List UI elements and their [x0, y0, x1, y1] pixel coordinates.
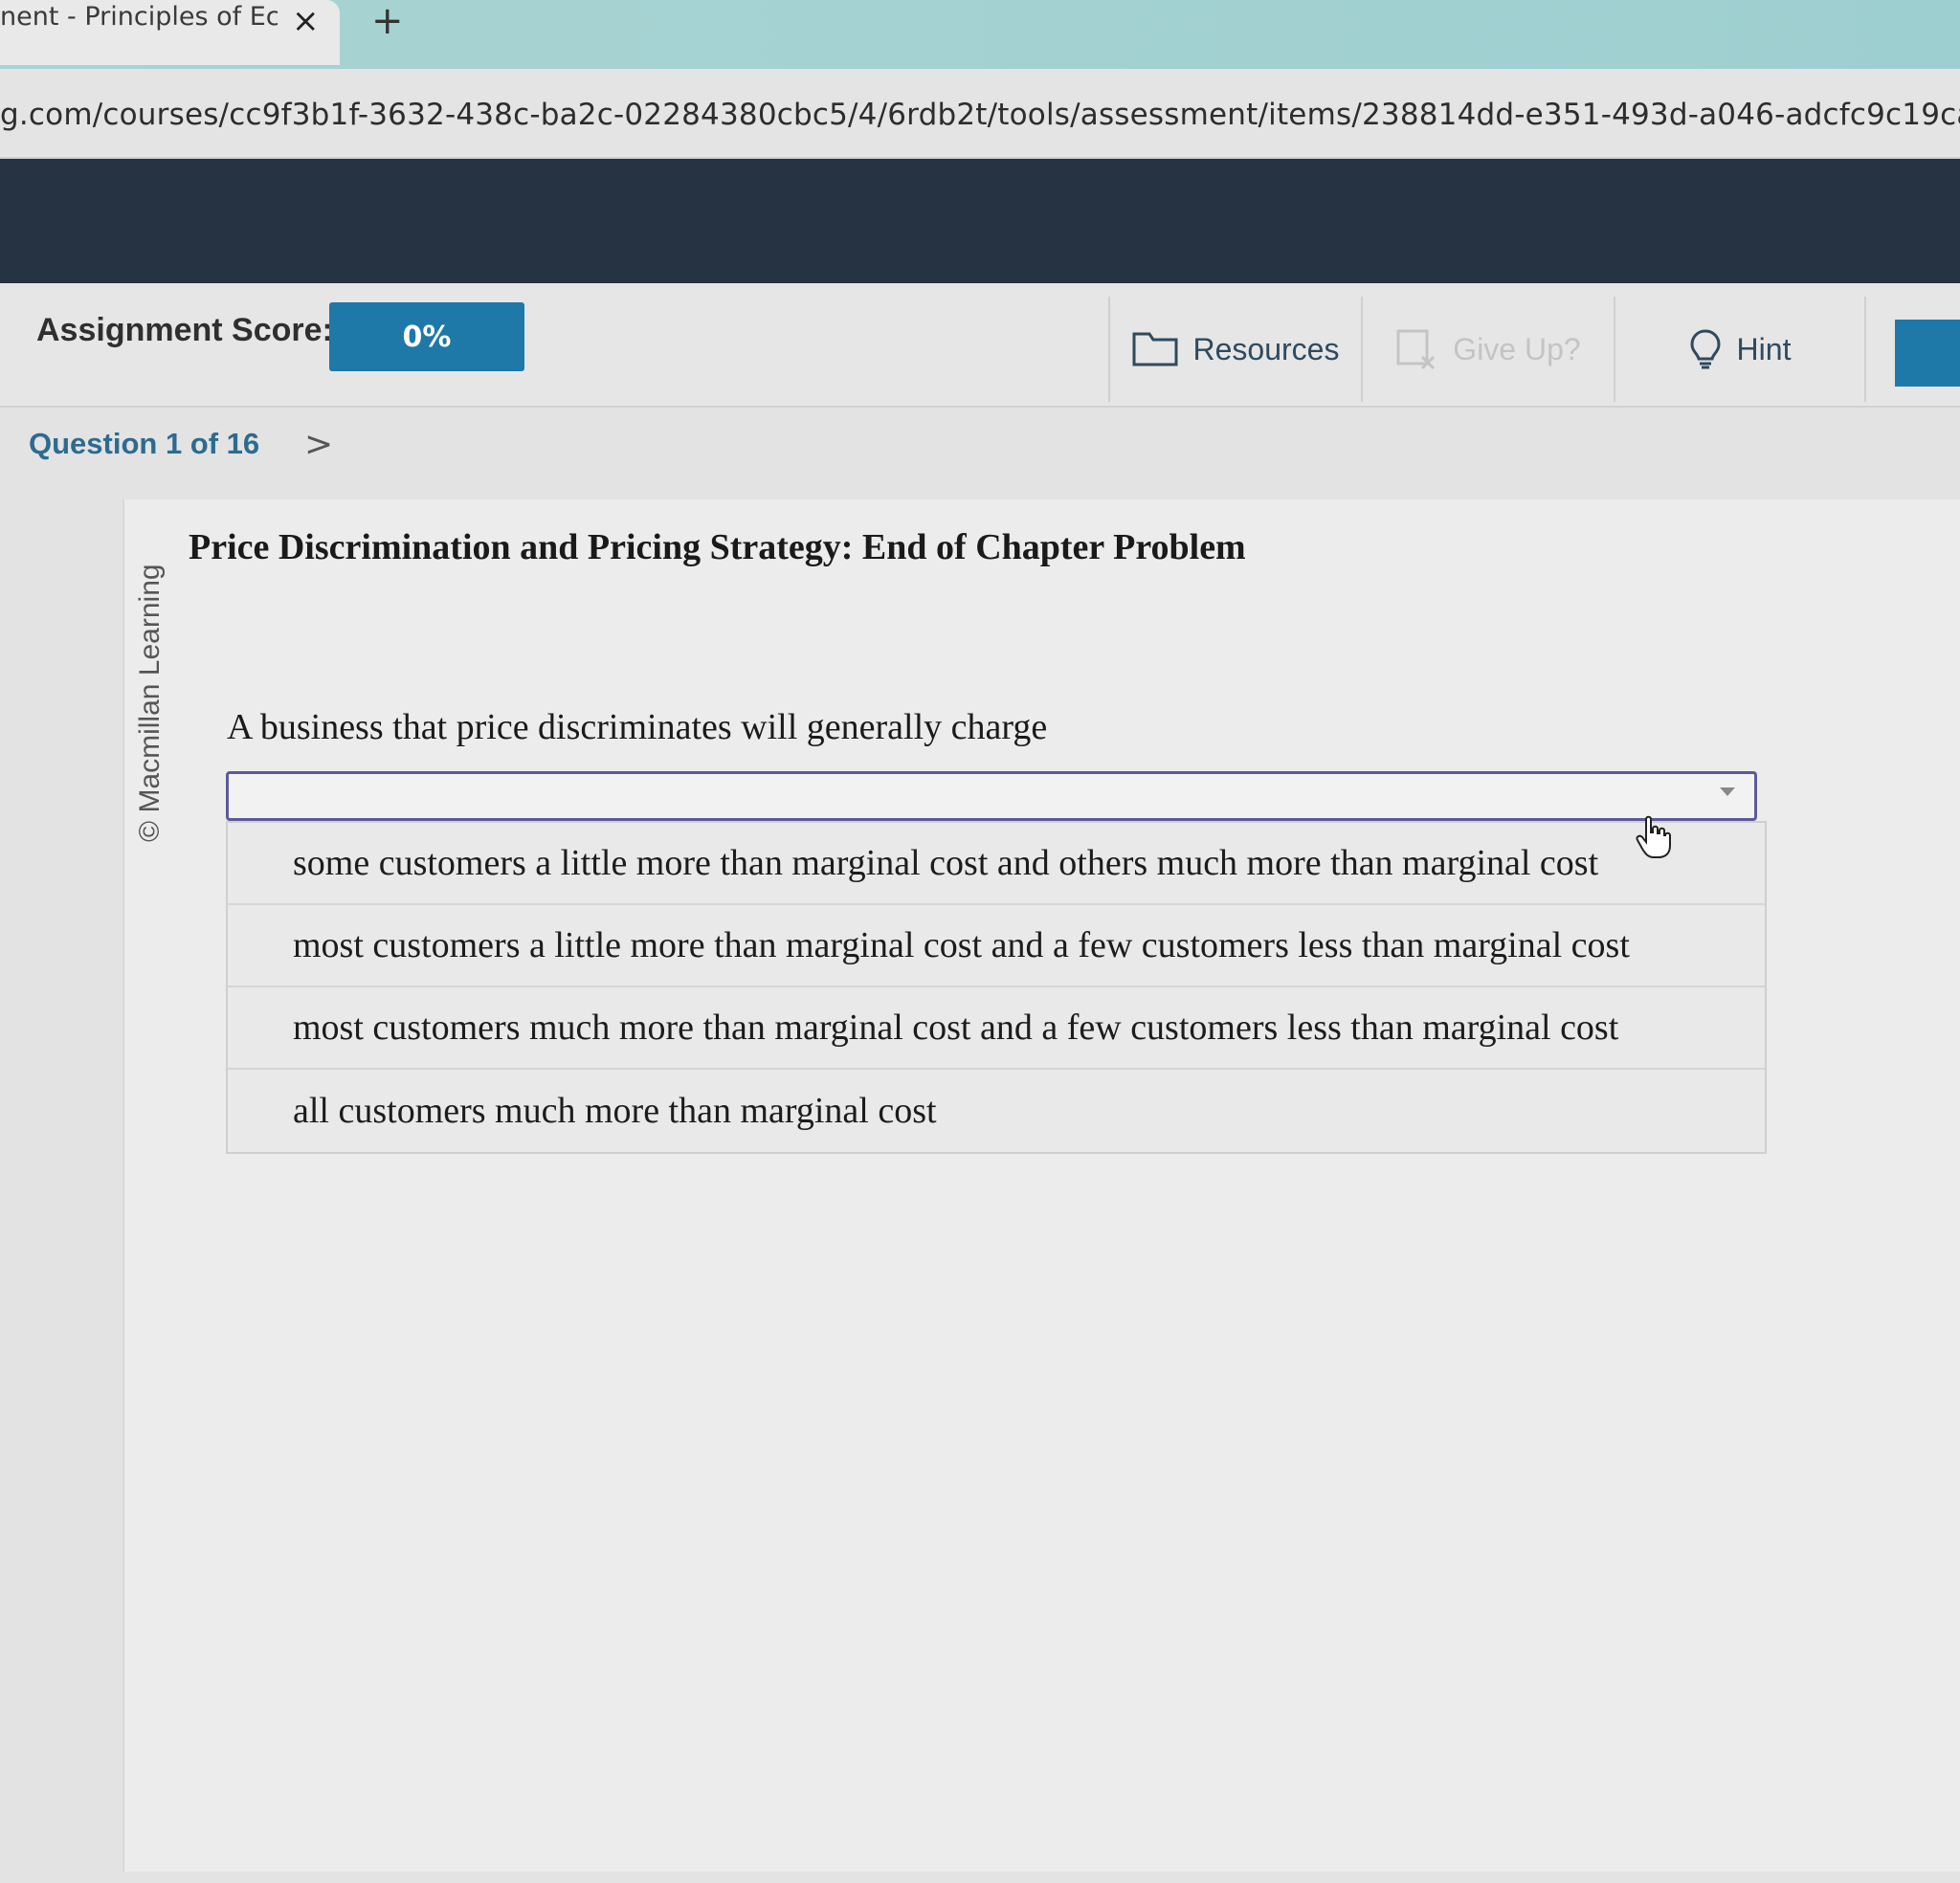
- new-tab-icon[interactable]: +: [371, 2, 404, 40]
- problem-title: Price Discrimination and Pricing Strateg…: [189, 527, 1246, 567]
- assignment-score-label: Assignment Score:: [36, 312, 333, 348]
- url-text[interactable]: g.com/courses/cc9f3b1f-3632-438c-ba2c-02…: [0, 98, 1960, 132]
- hint-label: Hint: [1736, 331, 1792, 366]
- question-prompt: A business that price discriminates will…: [227, 707, 1048, 747]
- resources-label: Resources: [1192, 331, 1340, 366]
- chevron-down-icon[interactable]: [1720, 787, 1735, 796]
- chevron-right-icon[interactable]: >: [304, 425, 333, 464]
- browser-tab[interactable]: nent - Principles of Ec ×: [0, 0, 340, 65]
- hand-pointer-icon: [1636, 815, 1671, 858]
- copyright-notice: © Macmillan Learning: [134, 564, 166, 842]
- app-header: [0, 159, 1960, 283]
- give-up-icon: [1396, 329, 1436, 370]
- give-up-label: Give Up?: [1453, 331, 1581, 366]
- dropdown-option[interactable]: all customers much more than marginal co…: [228, 1070, 1765, 1152]
- give-up-button[interactable]: Give Up?: [1361, 297, 1614, 402]
- lightbulb-icon: [1690, 329, 1721, 369]
- tab-title: nent - Principles of Ec: [0, 2, 278, 32]
- resources-button[interactable]: Resources: [1108, 297, 1361, 402]
- browser-tab-bar: nent - Principles of Ec × +: [0, 0, 1960, 69]
- hint-button[interactable]: Hint: [1614, 297, 1866, 402]
- check-answer-button[interactable]: [1895, 320, 1960, 387]
- tab-close-icon[interactable]: ×: [292, 4, 320, 38]
- dropdown-option[interactable]: most customers much more than marginal c…: [228, 987, 1765, 1070]
- folder-icon: [1132, 332, 1178, 366]
- question-counter[interactable]: Question 1 of 16: [29, 427, 259, 461]
- answer-dropdown[interactable]: [226, 771, 1757, 821]
- dropdown-option-list: some customers a little more than margin…: [226, 821, 1767, 1154]
- address-bar[interactable]: g.com/courses/cc9f3b1f-3632-438c-ba2c-02…: [0, 69, 1960, 159]
- assessment-toolbar: Assignment Score: 0% Resources Give Up? …: [0, 283, 1960, 408]
- dropdown-option[interactable]: some customers a little more than margin…: [228, 823, 1765, 905]
- dropdown-option[interactable]: most customers a little more than margin…: [228, 905, 1765, 987]
- assignment-score-badge: 0%: [329, 302, 524, 371]
